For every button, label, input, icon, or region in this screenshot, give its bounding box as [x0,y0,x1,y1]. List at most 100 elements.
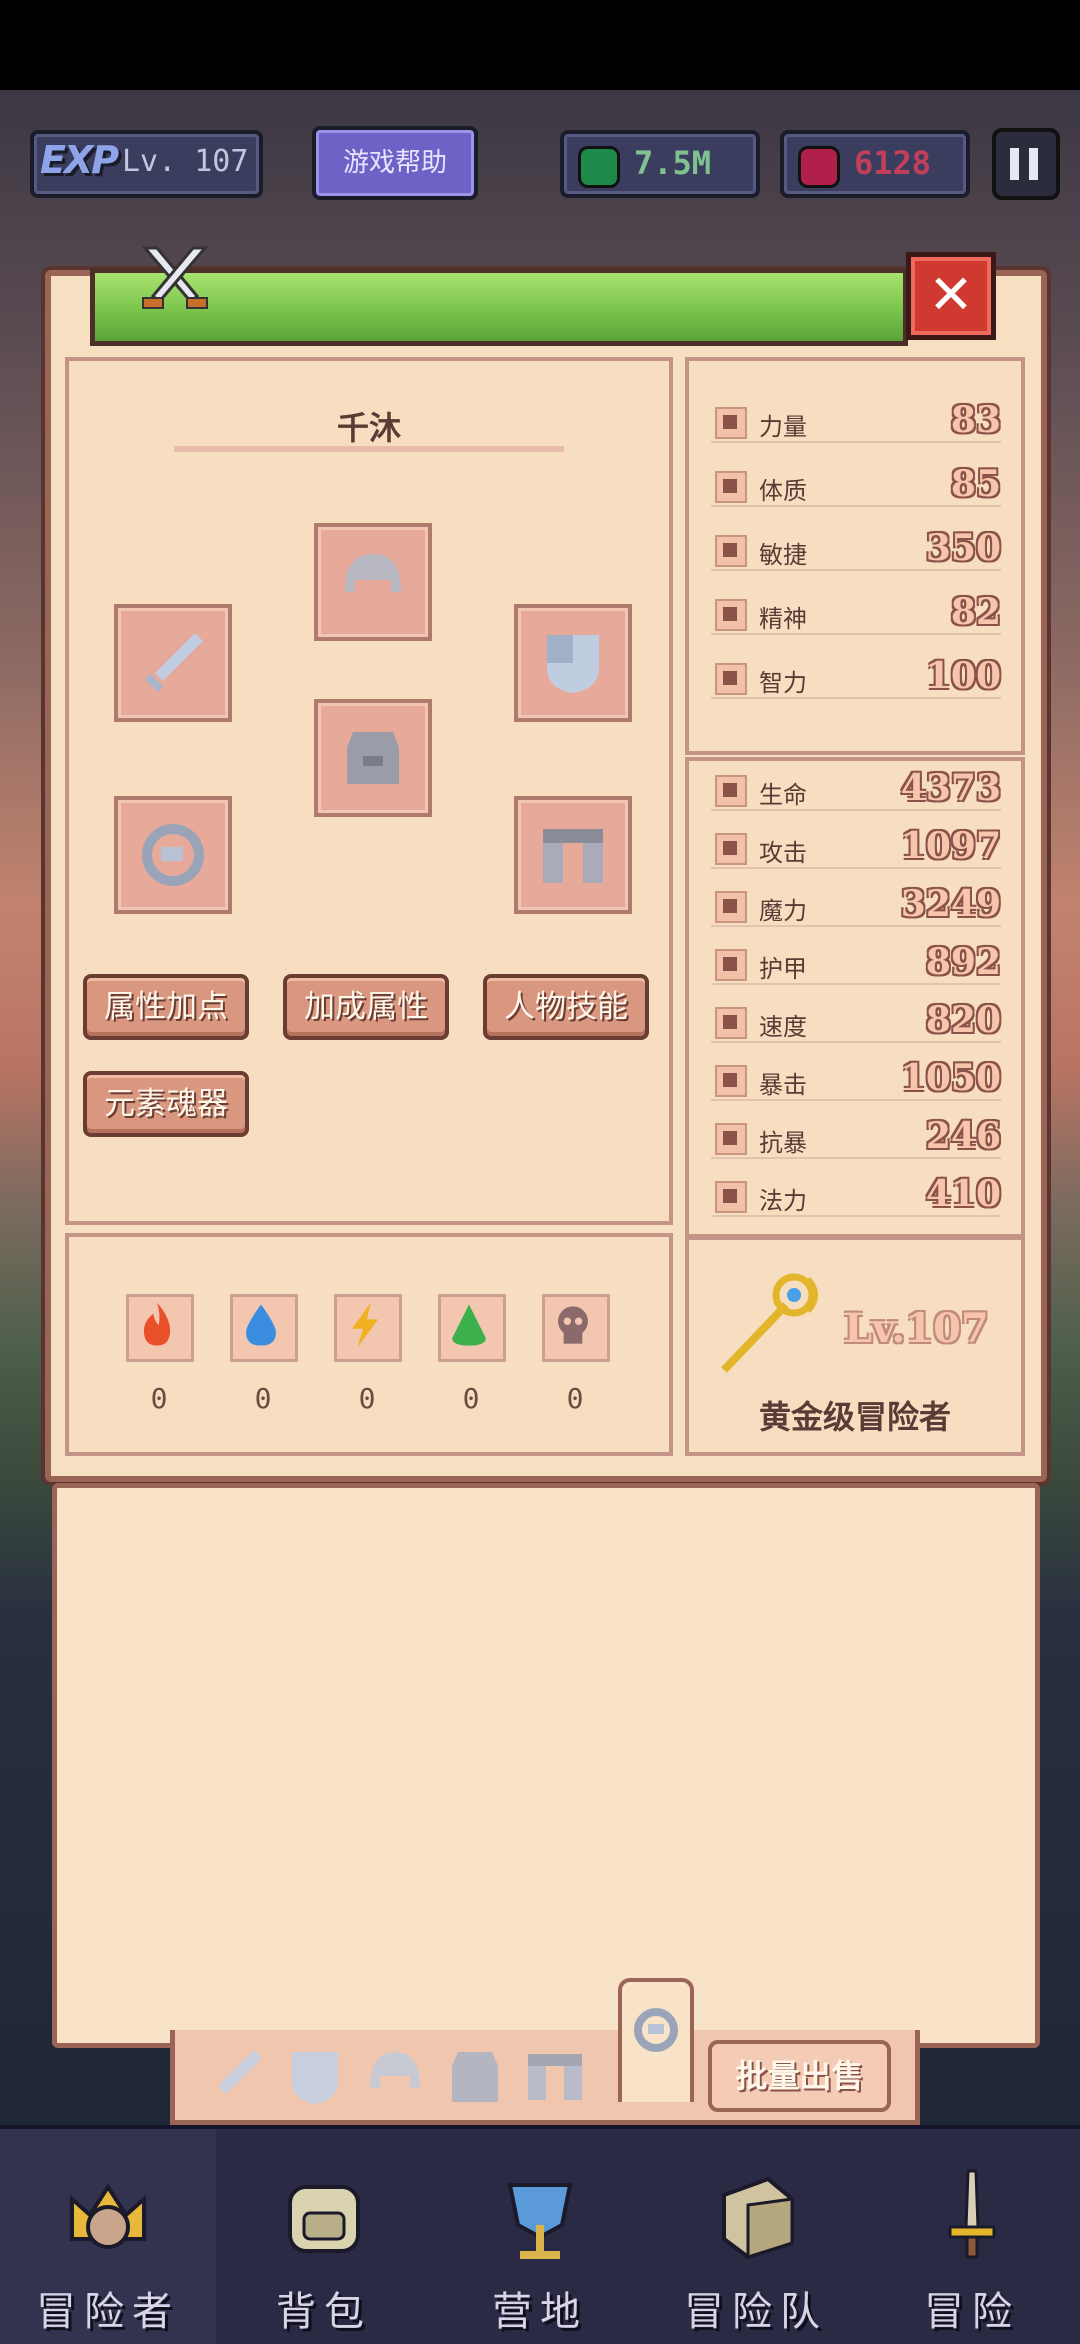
crit-icon [715,1065,747,1097]
nav-camp[interactable]: 营地 [432,2129,648,2344]
rank-title: 黄金级冒险者 [758,1398,951,1436]
sword-icon [715,833,747,865]
ruby-counter[interactable]: 6128 [780,130,970,198]
nav-adventurer[interactable]: 冒险者 [0,2129,216,2344]
stat-value: 892 [925,941,1001,983]
dark-value: 0 [566,1382,584,1415]
boots-slot[interactable] [514,796,632,914]
stat-value: 83 [950,399,1001,441]
inventory-grid[interactable] [52,1483,1040,2048]
golden-staff-icon [721,1273,818,1373]
nav-label: 背包 [276,2289,372,2335]
equipment-panel: 千沐 属性加点 加成属性 人物技能 元素魂器 [65,357,673,1225]
boots-icon [543,829,603,883]
bulk-sell-button[interactable]: 批量出售 [708,2040,891,2112]
player-level: Lv. 107 [122,144,249,179]
pause-button[interactable] [992,128,1060,200]
stat-label: 法力 [759,1187,807,1215]
element-panel: 0 0 0 0 0 [65,1233,673,1456]
helmet-slot[interactable] [314,523,432,641]
ring-icon [634,2008,678,2052]
rank-panel: Lv.107 黄金级冒险者 [685,1236,1025,1456]
ruby-icon [798,146,840,188]
wand-icon [715,891,747,923]
heart-icon [715,471,747,503]
stat-label: 抗暴 [759,1129,807,1157]
base-stats-panel: 力量 83 体质 85 敏捷 350 精神 82 智力 100 [685,357,1025,755]
fire-element[interactable] [126,1294,194,1362]
character-name: 千沐 [336,409,401,447]
stat-row-speed: 速度 820 [711,999,1001,1043]
nav-adventure-team[interactable]: 冒险队 [648,2129,864,2344]
crown-icon [70,2183,146,2249]
boot-icon [715,1007,747,1039]
stat-row-magic: 魔力 3249 [711,883,1001,927]
stat-row-constitution: 体质 85 [711,463,1001,507]
tab-armor[interactable] [440,2042,510,2112]
nav-backpack[interactable]: 背包 [216,2129,432,2344]
lightning-element[interactable] [334,1294,402,1362]
sword-icon [144,633,203,693]
stat-value: 1097 [900,825,1001,867]
tab-boots[interactable] [520,2042,590,2112]
star-icon [715,599,747,631]
pause-icon [1010,148,1019,180]
stat-value: 820 [925,999,1001,1041]
stat-value: 350 [925,527,1001,569]
character-skills-button[interactable]: 人物技能 [483,974,649,1040]
camp-icon [507,2183,573,2259]
stat-row-mana: 法力 410 [711,1173,1001,1217]
strength-icon [715,407,747,439]
stat-value: 82 [950,591,1001,633]
stat-label: 力量 [759,413,807,441]
stat-value: 85 [950,463,1001,505]
stat-row-attack: 攻击 1097 [711,825,1001,869]
crit-resist-icon [715,1123,747,1155]
gem-counter[interactable]: 7.5M [560,130,760,198]
weapon-slot[interactable] [114,604,232,722]
tab-sword[interactable] [200,2042,270,2112]
stat-label: 攻击 [759,839,807,867]
nav-label: 冒险者 [36,2289,180,2335]
stat-label: 速度 [759,1013,807,1041]
stat-label: 体质 [759,477,807,505]
dark-element[interactable] [542,1294,610,1362]
water-value: 0 [254,1382,272,1415]
shield-slot[interactable] [514,604,632,722]
ring-slot[interactable] [114,796,232,914]
fire-icon [143,1302,171,1346]
nav-adventure[interactable]: 冒险 [864,2129,1080,2344]
lightning-icon [351,1302,379,1348]
earth-element[interactable] [438,1294,506,1362]
stat-row-armor: 护甲 892 [711,941,1001,985]
nav-label: 营地 [492,2289,588,2335]
tab-shield[interactable] [280,2042,350,2112]
stat-row-crit: 暴击 1050 [711,1057,1001,1101]
name-divider [174,446,564,452]
helmet-icon [345,554,401,592]
close-button[interactable]: ✕ [906,252,996,340]
star-icon [715,1181,747,1213]
armor-slot[interactable] [314,699,432,817]
backpack-icon [288,2185,360,2253]
game-help-button[interactable]: 游戏帮助 [312,126,478,200]
shield-icon [715,949,747,981]
bonus-attributes-button[interactable]: 加成属性 [283,974,449,1040]
stat-row-agility: 敏捷 350 [711,527,1001,571]
water-element[interactable] [230,1294,298,1362]
lightning-value: 0 [358,1382,376,1415]
element-soul-button[interactable]: 元素魂器 [83,1071,249,1137]
armor-icon [347,732,399,784]
stat-row-spirit: 精神 82 [711,591,1001,635]
stat-label: 生命 [759,781,807,809]
nav-label: 冒险 [924,2289,1020,2335]
skull-icon [558,1306,588,1344]
stat-label: 智力 [759,669,807,697]
tab-ring[interactable] [618,1978,694,2102]
emerald-icon [578,146,620,188]
tab-helmet[interactable] [360,2042,430,2112]
rank-level: Lv.107 [844,1305,989,1352]
water-icon [246,1304,276,1346]
attribute-points-button[interactable]: 属性加点 [83,974,249,1040]
pause-icon-bar [1029,148,1038,180]
